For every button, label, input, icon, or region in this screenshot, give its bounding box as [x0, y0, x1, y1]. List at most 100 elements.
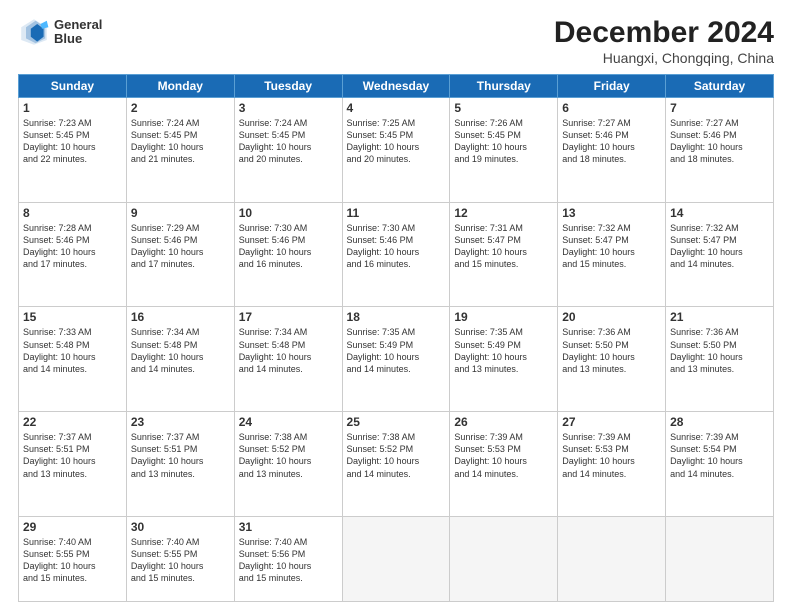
- day-number: 25: [347, 415, 446, 429]
- day-info: Sunrise: 7:39 AM Sunset: 5:53 PM Dayligh…: [454, 431, 553, 480]
- day-info: Sunrise: 7:36 AM Sunset: 5:50 PM Dayligh…: [562, 326, 661, 375]
- logo-line1: General: [54, 18, 102, 32]
- calendar-cell: 13 Sunrise: 7:32 AM Sunset: 5:47 PM Dayli…: [558, 202, 666, 307]
- day-number: 30: [131, 520, 230, 534]
- day-info: Sunrise: 7:38 AM Sunset: 5:52 PM Dayligh…: [239, 431, 338, 480]
- day-number: 5: [454, 101, 553, 115]
- calendar-cell: 30 Sunrise: 7:40 AM Sunset: 5:55 PM Dayli…: [126, 516, 234, 601]
- day-info: Sunrise: 7:23 AM Sunset: 5:45 PM Dayligh…: [23, 117, 122, 166]
- logo-icon: [18, 16, 50, 48]
- calendar: SundayMondayTuesdayWednesdayThursdayFrid…: [18, 74, 774, 602]
- page: General Blue December 2024 Huangxi, Chon…: [0, 0, 792, 612]
- day-info: Sunrise: 7:27 AM Sunset: 5:46 PM Dayligh…: [562, 117, 661, 166]
- day-info: Sunrise: 7:32 AM Sunset: 5:47 PM Dayligh…: [562, 222, 661, 271]
- day-number: 31: [239, 520, 338, 534]
- location-subtitle: Huangxi, Chongqing, China: [554, 50, 774, 66]
- calendar-cell: [666, 516, 774, 601]
- calendar-cell: 23Sunrise: 7:37 AM Sunset: 5:51 PM Dayli…: [126, 412, 234, 517]
- day-info: Sunrise: 7:34 AM Sunset: 5:48 PM Dayligh…: [131, 326, 230, 375]
- day-info: Sunrise: 7:30 AM Sunset: 5:46 PM Dayligh…: [239, 222, 338, 271]
- day-number: 19: [454, 310, 553, 324]
- day-number: 29: [23, 520, 122, 534]
- calendar-cell: 16 Sunrise: 7:34 AM Sunset: 5:48 PM Dayli…: [126, 307, 234, 412]
- day-info: Sunrise: 7:39 AM Sunset: 5:54 PM Dayligh…: [670, 431, 769, 480]
- calendar-cell: 26 Sunrise: 7:39 AM Sunset: 5:53 PM Dayli…: [450, 412, 558, 517]
- day-number: 1: [23, 101, 122, 115]
- day-number: 27: [562, 415, 661, 429]
- day-number: 15: [23, 310, 122, 324]
- day-number: 11: [347, 206, 446, 220]
- calendar-cell: 17 Sunrise: 7:34 AM Sunset: 5:48 PM Dayli…: [234, 307, 342, 412]
- header: General Blue December 2024 Huangxi, Chon…: [18, 16, 774, 66]
- calendar-cell: 15 Sunrise: 7:33 AM Sunset: 5:48 PM Dayli…: [19, 307, 127, 412]
- day-info: Sunrise: 7:39 AM Sunset: 5:53 PM Dayligh…: [562, 431, 661, 480]
- weekday-header: Thursday: [450, 75, 558, 98]
- day-number: 3: [239, 101, 338, 115]
- weekday-header: Saturday: [666, 75, 774, 98]
- day-info: Sunrise: 7:34 AM Sunset: 5:48 PM Dayligh…: [239, 326, 338, 375]
- weekday-header: Tuesday: [234, 75, 342, 98]
- day-number: 14: [670, 206, 769, 220]
- weekday-header: Sunday: [19, 75, 127, 98]
- month-title: December 2024: [554, 16, 774, 50]
- day-number: 26: [454, 415, 553, 429]
- calendar-cell: 21Sunrise: 7:36 AM Sunset: 5:50 PM Dayli…: [666, 307, 774, 412]
- day-info: Sunrise: 7:33 AM Sunset: 5:48 PM Dayligh…: [23, 326, 122, 375]
- title-block: December 2024 Huangxi, Chongqing, China: [554, 16, 774, 66]
- calendar-cell: 10 Sunrise: 7:30 AM Sunset: 5:46 PM Dayli…: [234, 202, 342, 307]
- day-info: Sunrise: 7:40 AM Sunset: 5:55 PM Dayligh…: [131, 536, 230, 585]
- calendar-week-row: 22 Sunrise: 7:37 AM Sunset: 5:51 PM Dayli…: [19, 412, 774, 517]
- calendar-cell: 6 Sunrise: 7:27 AM Sunset: 5:46 PM Daylig…: [558, 98, 666, 203]
- day-info: Sunrise: 7:27 AM Sunset: 5:46 PM Dayligh…: [670, 117, 769, 166]
- day-info: Sunrise: 7:24 AM Sunset: 5:45 PM Dayligh…: [131, 117, 230, 166]
- calendar-cell: 7 Sunrise: 7:27 AM Sunset: 5:46 PM Daylig…: [666, 98, 774, 203]
- calendar-cell: [450, 516, 558, 601]
- day-number: 28: [670, 415, 769, 429]
- day-number: 22: [23, 415, 122, 429]
- calendar-cell: 20 Sunrise: 7:36 AM Sunset: 5:50 PM Dayli…: [558, 307, 666, 412]
- calendar-week-row: 1 Sunrise: 7:23 AM Sunset: 5:45 PM Daylig…: [19, 98, 774, 203]
- day-number: 8: [23, 206, 122, 220]
- calendar-cell: 2 Sunrise: 7:24 AM Sunset: 5:45 PM Daylig…: [126, 98, 234, 203]
- day-number: 23: [131, 415, 230, 429]
- calendar-body: 1 Sunrise: 7:23 AM Sunset: 5:45 PM Daylig…: [19, 98, 774, 602]
- calendar-cell: 3Sunrise: 7:24 AM Sunset: 5:45 PM Daylig…: [234, 98, 342, 203]
- day-info: Sunrise: 7:35 AM Sunset: 5:49 PM Dayligh…: [347, 326, 446, 375]
- logo-text: General Blue: [54, 18, 102, 47]
- day-number: 16: [131, 310, 230, 324]
- calendar-cell: 27 Sunrise: 7:39 AM Sunset: 5:53 PM Dayli…: [558, 412, 666, 517]
- day-number: 2: [131, 101, 230, 115]
- day-info: Sunrise: 7:38 AM Sunset: 5:52 PM Dayligh…: [347, 431, 446, 480]
- day-number: 13: [562, 206, 661, 220]
- day-info: Sunrise: 7:31 AM Sunset: 5:47 PM Dayligh…: [454, 222, 553, 271]
- calendar-cell: 14Sunrise: 7:32 AM Sunset: 5:47 PM Dayli…: [666, 202, 774, 307]
- day-number: 24: [239, 415, 338, 429]
- calendar-week-row: 8Sunrise: 7:28 AM Sunset: 5:46 PM Daylig…: [19, 202, 774, 307]
- weekday-header: Friday: [558, 75, 666, 98]
- day-info: Sunrise: 7:35 AM Sunset: 5:49 PM Dayligh…: [454, 326, 553, 375]
- logo: General Blue: [18, 16, 102, 48]
- calendar-cell: 19 Sunrise: 7:35 AM Sunset: 5:49 PM Dayli…: [450, 307, 558, 412]
- day-number: 6: [562, 101, 661, 115]
- calendar-header-row: SundayMondayTuesdayWednesdayThursdayFrid…: [19, 75, 774, 98]
- day-number: 17: [239, 310, 338, 324]
- day-info: Sunrise: 7:40 AM Sunset: 5:56 PM Dayligh…: [239, 536, 338, 585]
- day-info: Sunrise: 7:25 AM Sunset: 5:45 PM Dayligh…: [347, 117, 446, 166]
- calendar-cell: 8Sunrise: 7:28 AM Sunset: 5:46 PM Daylig…: [19, 202, 127, 307]
- weekday-header: Monday: [126, 75, 234, 98]
- day-number: 7: [670, 101, 769, 115]
- calendar-cell: 18Sunrise: 7:35 AM Sunset: 5:49 PM Dayli…: [342, 307, 450, 412]
- day-number: 10: [239, 206, 338, 220]
- calendar-cell: 31 Sunrise: 7:40 AM Sunset: 5:56 PM Dayli…: [234, 516, 342, 601]
- day-number: 12: [454, 206, 553, 220]
- day-number: 21: [670, 310, 769, 324]
- day-info: Sunrise: 7:29 AM Sunset: 5:46 PM Dayligh…: [131, 222, 230, 271]
- day-info: Sunrise: 7:26 AM Sunset: 5:45 PM Dayligh…: [454, 117, 553, 166]
- calendar-cell: 24 Sunrise: 7:38 AM Sunset: 5:52 PM Dayli…: [234, 412, 342, 517]
- calendar-cell: 1 Sunrise: 7:23 AM Sunset: 5:45 PM Daylig…: [19, 98, 127, 203]
- day-info: Sunrise: 7:37 AM Sunset: 5:51 PM Dayligh…: [23, 431, 122, 480]
- calendar-cell: 22 Sunrise: 7:37 AM Sunset: 5:51 PM Dayli…: [19, 412, 127, 517]
- day-info: Sunrise: 7:40 AM Sunset: 5:55 PM Dayligh…: [23, 536, 122, 585]
- day-number: 20: [562, 310, 661, 324]
- day-number: 9: [131, 206, 230, 220]
